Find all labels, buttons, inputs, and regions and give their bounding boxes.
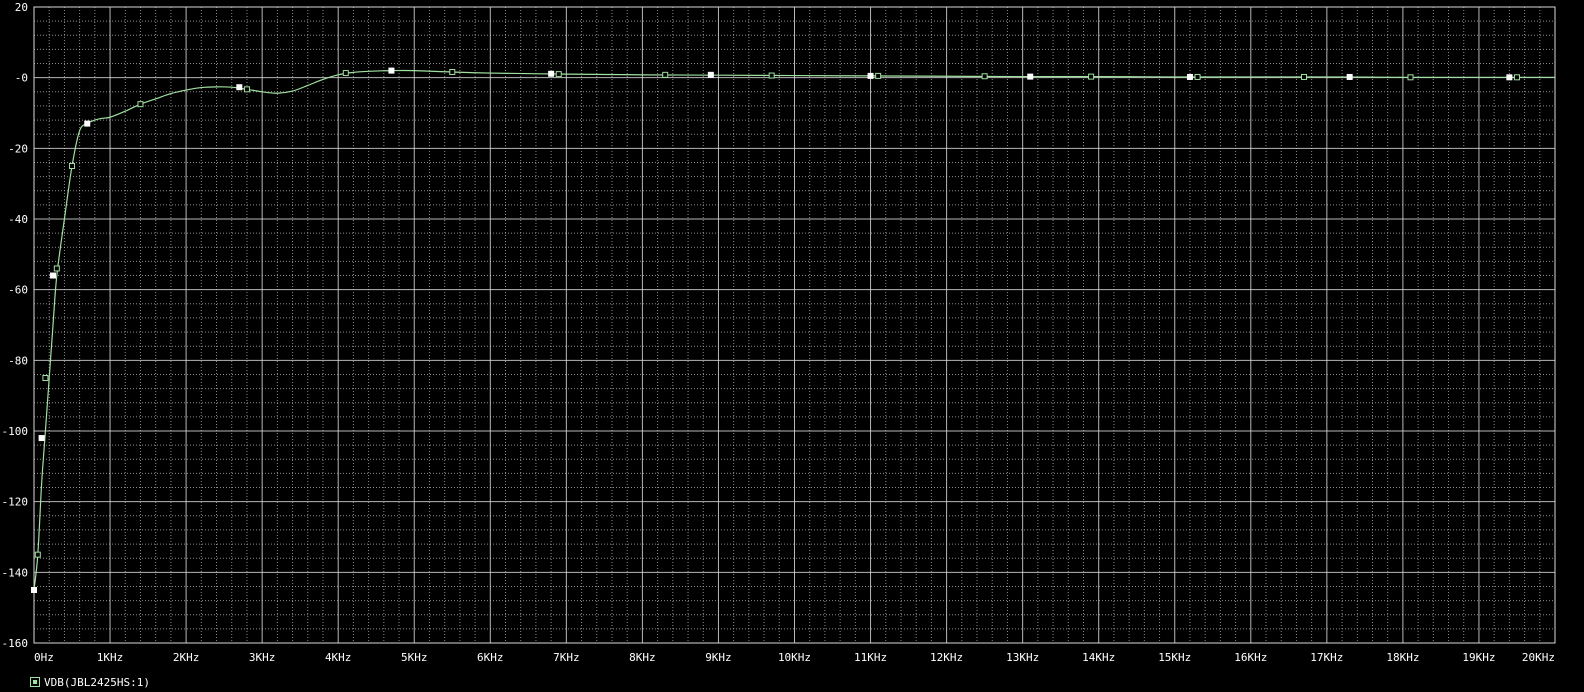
y-tick-label: -0 [15,72,28,85]
marker-hollow [1194,73,1201,80]
y-tick-label: -120 [2,496,29,509]
y-tick-label: -100 [2,425,29,438]
marker-square [50,272,57,279]
x-tick-label: 3KHz [249,651,276,664]
x-tick-label: 7KHz [553,651,580,664]
x-tick-label: 6KHz [477,651,504,664]
x-tick-label: 8KHz [629,651,656,664]
x-tick-label: 15KHz [1158,651,1191,664]
marker-hollow [137,101,144,108]
marker-hollow [42,375,49,381]
marker-square [1027,73,1034,80]
x-tick-label: 2KHz [173,651,200,664]
marker-square [707,71,714,78]
marker-square [1346,73,1353,80]
x-tick-label: 19KHz [1462,651,1495,664]
marker-hollow [662,71,669,78]
marker-hollow [875,72,882,79]
marker-square [84,120,91,127]
y-tick-label: -20 [8,142,28,155]
x-tick-label: 5KHz [401,651,428,664]
marker-square [1506,74,1513,81]
y-tick-label: -80 [8,354,28,367]
legend: VDB(JBL2425HS:1) [30,675,150,689]
marker-hollow [53,265,60,272]
x-tick-label: 14KHz [1082,651,1115,664]
marker-square [38,435,45,442]
legend-marker-icon [30,677,40,687]
x-tick-label: 0Hz [34,651,54,664]
x-tick-label: 18KHz [1386,651,1419,664]
marker-hollow [1301,73,1308,80]
x-tick-label: 1KHz [97,651,124,664]
marker-hollow [1513,74,1520,81]
y-tick-label: -40 [8,213,28,226]
marker-hollow [449,69,456,76]
marker-hollow [555,71,562,78]
x-tick-label: 13KHz [1006,651,1039,664]
marker-hollow [243,86,250,93]
marker-square [31,587,37,593]
marker-square [236,84,243,91]
marker-hollow [981,73,988,80]
marker-hollow [342,70,349,77]
x-tick-label: 10KHz [778,651,811,664]
marker-hollow [768,72,775,79]
marker-hollow [1088,73,1095,80]
marker-square [388,67,395,74]
marker-square [1186,73,1193,80]
y-tick-label: -60 [8,284,28,297]
marker-square [548,70,555,77]
legend-label: VDB(JBL2425HS:1) [44,675,150,689]
marker-square [867,72,874,79]
x-tick-label: 12KHz [930,651,963,664]
x-tick-label: 11KHz [854,651,887,664]
y-tick-label: -140 [2,566,29,579]
marker-hollow [34,551,41,558]
x-tick-label: 17KHz [1310,651,1343,664]
y-tick-label: 20 [15,1,28,14]
marker-hollow [69,163,76,169]
y-tick-label: -160 [2,637,29,650]
grid [33,6,1556,644]
x-tick-label: 4KHz [325,651,352,664]
x-tick-label: 16KHz [1234,651,1267,664]
x-tick-label: 9KHz [705,651,732,664]
marker-hollow [1407,74,1414,81]
x-tick-label: 20KHz [1522,651,1555,664]
chart: 0Hz 1KHz 2KHz 3KHz 4KHz 5KHz 6KHz 7KHz 8KHz 9KHz 1… [2,1,1556,664]
